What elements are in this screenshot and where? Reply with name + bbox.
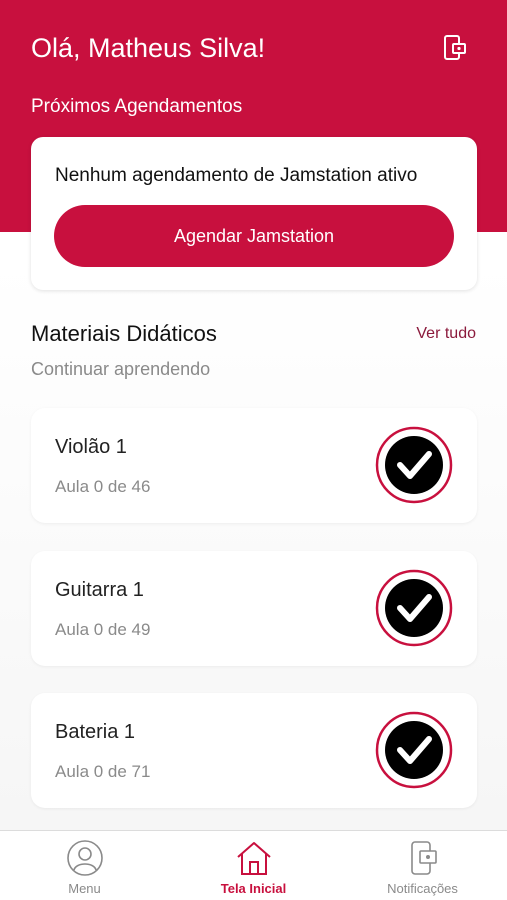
tab-label: Menu: [68, 881, 101, 896]
course-card-guitarra[interactable]: Guitarra 1 Aula 0 de 49: [31, 551, 477, 666]
materials-title: Materiais Didáticos: [31, 321, 217, 346]
home-icon: [236, 842, 271, 875]
phone-notification-icon: [410, 841, 437, 875]
course-card-bateria[interactable]: Bateria 1 Aula 0 de 71: [31, 693, 477, 808]
user-icon: [66, 840, 103, 876]
materials-subtitle: Continuar aprendendo: [31, 359, 211, 379]
greeting: Olá, Matheus Silva!: [31, 33, 266, 63]
schedule-card: Nenhum agendamento de Jamstation ativo A…: [31, 137, 477, 290]
course-name: Bateria 1: [55, 721, 136, 743]
tab-label: Notificações: [387, 881, 458, 896]
tab-bar: Menu Tela Inicial Notificações: [0, 830, 507, 900]
checkmark-icon: [375, 711, 453, 789]
see-all-link[interactable]: Ver tudo: [416, 325, 476, 343]
course-progress: Aula 0 de 49: [55, 620, 151, 639]
tab-home[interactable]: Tela Inicial: [169, 831, 338, 900]
schedule-jamstation-button[interactable]: Agendar Jamstation: [54, 205, 454, 267]
checkmark-icon: [375, 426, 453, 504]
tab-menu[interactable]: Menu: [0, 831, 169, 900]
course-progress: Aula 0 de 71: [55, 762, 151, 781]
tab-label: Tela Inicial: [220, 881, 287, 896]
course-card-violao[interactable]: Violão 1 Aula 0 de 46: [31, 408, 477, 523]
course-name: Violão 1: [55, 436, 127, 458]
empty-schedule-message: Nenhum agendamento de Jamstation ativo: [55, 165, 418, 186]
course-name: Guitarra 1: [55, 579, 144, 601]
course-progress: Aula 0 de 46: [55, 477, 151, 496]
phone-notification-icon[interactable]: [442, 34, 468, 62]
tab-notifications[interactable]: Notificações: [338, 831, 507, 900]
section-title-schedules: Próximos Agendamentos: [31, 96, 243, 117]
checkmark-icon: [375, 569, 453, 647]
